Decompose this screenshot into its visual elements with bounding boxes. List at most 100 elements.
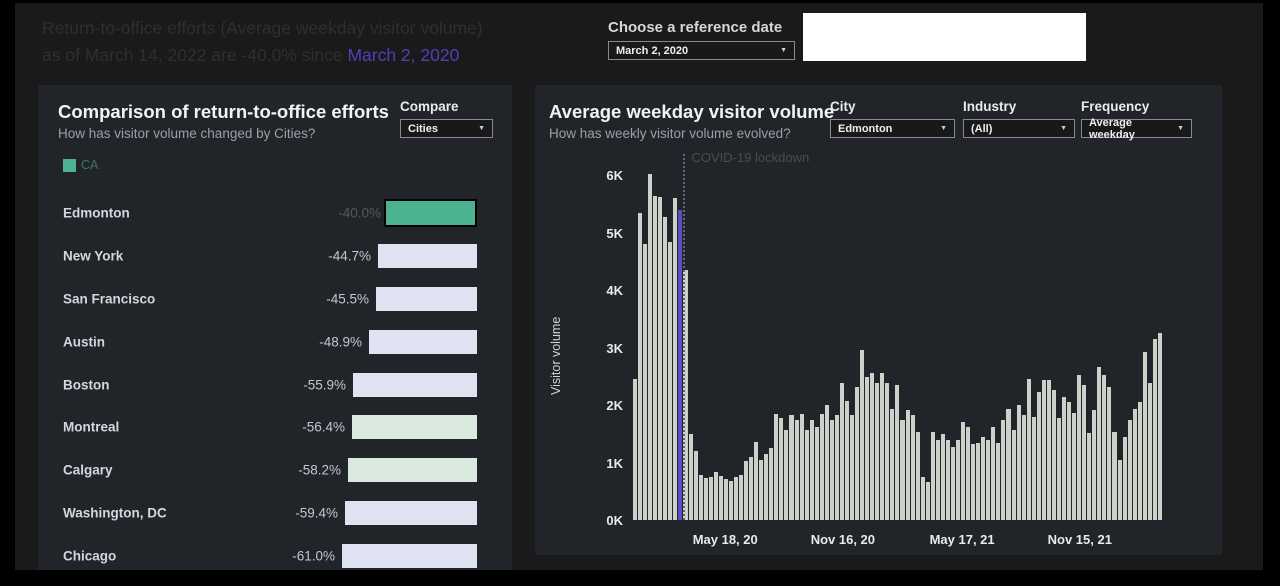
- week-bar[interactable]: [981, 437, 985, 520]
- comparison-bar[interactable]: [342, 544, 477, 568]
- week-bar[interactable]: [749, 457, 753, 520]
- week-bar[interactable]: [880, 373, 884, 520]
- week-bar[interactable]: [971, 444, 975, 520]
- week-bar[interactable]: [1082, 385, 1086, 520]
- week-bar[interactable]: [921, 477, 925, 520]
- week-bar[interactable]: [789, 415, 793, 520]
- week-bar[interactable]: [840, 383, 844, 520]
- week-bar[interactable]: [916, 432, 920, 520]
- week-bar[interactable]: [668, 242, 672, 520]
- week-bar[interactable]: [1138, 402, 1142, 520]
- week-bar[interactable]: [1153, 339, 1157, 520]
- week-bar[interactable]: [673, 198, 677, 520]
- frequency-dropdown[interactable]: Average weekday ▼: [1081, 119, 1192, 138]
- week-bar[interactable]: [653, 196, 657, 520]
- week-bar[interactable]: [860, 350, 864, 520]
- reference-date-dropdown[interactable]: March 2, 2020 ▼: [608, 41, 795, 60]
- week-bar[interactable]: [875, 383, 879, 520]
- week-bar[interactable]: [1133, 409, 1137, 520]
- week-bar[interactable]: [961, 422, 965, 520]
- week-bar[interactable]: [709, 477, 713, 520]
- week-bar[interactable]: [1047, 380, 1051, 520]
- week-bar[interactable]: [900, 420, 904, 520]
- week-bar[interactable]: [1143, 352, 1147, 520]
- comparison-bar[interactable]: [369, 330, 477, 354]
- week-bar[interactable]: [926, 482, 930, 520]
- week-bar[interactable]: [769, 448, 773, 520]
- compare-dropdown[interactable]: Cities ▼: [400, 119, 493, 138]
- week-bar[interactable]: [658, 197, 662, 520]
- week-bar[interactable]: [966, 427, 970, 520]
- week-bar[interactable]: [699, 475, 703, 520]
- week-bar[interactable]: [1027, 379, 1031, 520]
- week-bar[interactable]: [1037, 392, 1041, 520]
- week-bar[interactable]: [805, 430, 809, 520]
- week-bar[interactable]: [1112, 432, 1116, 520]
- week-bar[interactable]: [724, 479, 728, 520]
- week-bar[interactable]: [1102, 375, 1106, 520]
- week-bar[interactable]: [1062, 397, 1066, 520]
- week-bar[interactable]: [734, 477, 738, 520]
- week-bar[interactable]: [1118, 460, 1122, 520]
- comparison-bar[interactable]: [376, 287, 477, 311]
- week-bar[interactable]: [754, 442, 758, 520]
- week-bar[interactable]: [1022, 415, 1026, 520]
- week-bar[interactable]: [689, 434, 693, 520]
- comparison-bar[interactable]: [352, 415, 477, 439]
- week-bar[interactable]: [845, 401, 849, 520]
- industry-dropdown[interactable]: (All) ▼: [963, 119, 1075, 138]
- week-bar[interactable]: [906, 410, 910, 520]
- week-bar[interactable]: [991, 427, 995, 520]
- week-bar[interactable]: [946, 440, 950, 520]
- week-bar[interactable]: [1128, 420, 1132, 520]
- week-bar[interactable]: [885, 383, 889, 520]
- city-dropdown[interactable]: Edmonton ▼: [830, 119, 955, 138]
- week-bar[interactable]: [911, 415, 915, 520]
- week-bar[interactable]: [1001, 420, 1005, 520]
- week-bar[interactable]: [865, 377, 869, 520]
- week-bar[interactable]: [800, 414, 804, 520]
- week-bar[interactable]: [1012, 430, 1016, 520]
- week-bar[interactable]: [795, 420, 799, 520]
- week-bar[interactable]: [895, 385, 899, 520]
- week-bar[interactable]: [951, 447, 955, 520]
- week-bar[interactable]: [1052, 390, 1056, 520]
- week-bar[interactable]: [633, 379, 637, 520]
- week-bar[interactable]: [1087, 433, 1091, 520]
- week-bar[interactable]: [820, 414, 824, 520]
- week-bar[interactable]: [1032, 417, 1036, 520]
- week-bar[interactable]: [784, 430, 788, 520]
- week-bar[interactable]: [694, 451, 698, 520]
- week-bar[interactable]: [779, 418, 783, 520]
- week-bar[interactable]: [744, 461, 748, 520]
- week-bar[interactable]: [1072, 413, 1076, 520]
- week-bar[interactable]: [835, 415, 839, 520]
- week-bar[interactable]: [1097, 367, 1101, 520]
- week-bar[interactable]: [855, 387, 859, 520]
- week-bar[interactable]: [764, 454, 768, 520]
- comparison-bar[interactable]: [384, 199, 477, 227]
- week-bar[interactable]: [774, 414, 778, 520]
- week-bar[interactable]: [663, 217, 667, 520]
- week-bar[interactable]: [825, 405, 829, 520]
- week-bar[interactable]: [956, 440, 960, 520]
- week-bar[interactable]: [986, 440, 990, 520]
- comparison-bar[interactable]: [353, 373, 477, 397]
- week-bar[interactable]: [643, 244, 647, 520]
- week-bar[interactable]: [941, 434, 945, 520]
- week-bar[interactable]: [759, 460, 763, 520]
- week-bar[interactable]: [936, 440, 940, 520]
- week-bar[interactable]: [976, 443, 980, 520]
- week-bar[interactable]: [815, 427, 819, 520]
- week-bar[interactable]: [1092, 410, 1096, 520]
- week-bar[interactable]: [1017, 405, 1021, 520]
- week-bar[interactable]: [1006, 409, 1010, 520]
- comparison-bar[interactable]: [348, 458, 477, 482]
- week-bar[interactable]: [1042, 380, 1046, 520]
- week-bar[interactable]: [850, 415, 854, 520]
- week-bar[interactable]: [638, 213, 642, 520]
- week-bar[interactable]: [810, 420, 814, 520]
- comparison-bar[interactable]: [345, 501, 477, 525]
- week-bar[interactable]: [1158, 333, 1162, 520]
- week-bar[interactable]: [648, 174, 652, 520]
